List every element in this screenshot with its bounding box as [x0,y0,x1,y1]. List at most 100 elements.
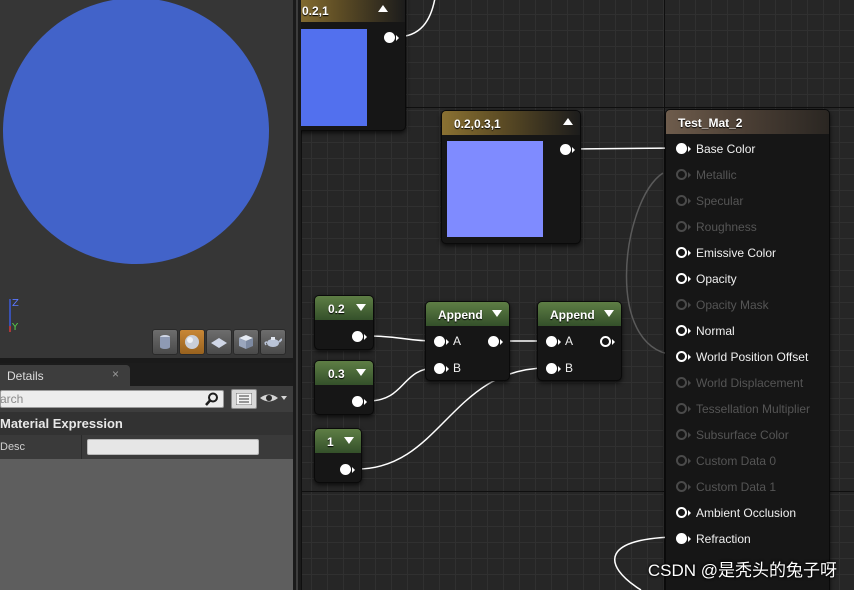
collapse-arrow-icon[interactable] [492,310,502,317]
collapse-arrow-icon[interactable] [604,310,614,317]
preview-teapot-button[interactable] [260,329,286,355]
pin-arrow-icon [688,328,691,334]
material-input-row[interactable]: Base Color [666,142,826,162]
pin-arrow-icon [688,536,691,542]
node-header[interactable]: 0.2,0.3,1 [442,111,580,135]
pin-arrow-icon [446,366,449,372]
details-tab-bar: Details × [0,363,293,386]
desc-field[interactable] [87,439,259,455]
node-header[interactable]: 0.2,1 [301,0,405,22]
material-input-pin[interactable] [676,403,687,414]
pin-arrow-icon [352,467,355,473]
input-pin-a[interactable] [434,336,445,347]
material-input-row[interactable]: Refraction [666,532,826,552]
material-expression-section[interactable]: Material Expression [0,412,293,435]
node-title: 0.2,1 [302,4,329,18]
material-input-pin[interactable] [676,533,687,544]
constant4-node[interactable]: 0.2,0.3,1 [441,110,581,244]
watermark: CSDN @是秃头的兔子呀 [647,561,837,580]
node-value: 1 [327,435,334,449]
pin-arrow-icon [446,339,449,345]
material-input-pin[interactable] [676,481,687,492]
output-pin[interactable] [560,144,571,155]
node-header[interactable]: Append [426,302,509,326]
node-header[interactable]: 0.2 [315,296,373,320]
axis-gizmo-icon: Z Y [9,298,19,333]
constant-node-top[interactable]: 0.2,1 [301,0,406,131]
pin-arrow-icon [572,147,575,153]
constant-node-a[interactable]: 0.2 [314,295,374,350]
material-input-row[interactable]: World Position Offset [666,350,826,370]
cylinder-icon [160,335,170,349]
material-input-row[interactable]: Opacity [666,272,826,292]
preview-cube-button[interactable] [233,329,259,355]
property-matrix-button[interactable] [231,389,257,409]
view-options-button[interactable] [259,391,289,410]
node-title: Append [550,308,595,322]
material-input-pin[interactable] [676,377,687,388]
input-label-a: A [453,334,462,348]
input-label-b: B [565,361,574,375]
input-pin-a[interactable] [546,336,557,347]
collapse-arrow-icon[interactable] [378,5,388,12]
material-input-pin[interactable] [676,195,687,206]
constant-node-b[interactable]: 0.3 [314,360,374,415]
preview-plane-button[interactable] [206,329,232,355]
output-pin[interactable] [352,396,363,407]
material-input-pin[interactable] [676,221,687,232]
append-node-1[interactable]: Append A B [425,301,510,381]
node-header[interactable]: Test_Mat_2 [666,110,829,134]
preview-cylinder-button[interactable] [152,329,178,355]
output-pin[interactable] [352,331,363,342]
node-header[interactable]: 0.3 [315,361,373,385]
material-input-label: Refraction [696,532,751,546]
material-input-pin[interactable] [676,351,687,362]
material-input-row[interactable]: Normal [666,324,826,344]
material-input-pin[interactable] [676,247,687,258]
input-label-b: B [453,361,462,375]
preview-sphere-button[interactable] [179,329,205,355]
output-pin[interactable] [340,464,351,475]
node-header[interactable]: 1 [315,429,361,453]
input-pin-b[interactable] [546,363,557,374]
input-pin-b[interactable] [434,363,445,374]
material-input-pin[interactable] [676,273,687,284]
material-input-pin[interactable] [676,429,687,440]
pin-arrow-icon [364,334,367,340]
output-pin[interactable] [488,336,499,347]
material-input-pin[interactable] [676,299,687,310]
material-input-pin[interactable] [676,325,687,336]
material-input-pin[interactable] [676,169,687,180]
panel-splitter-vertical[interactable] [293,0,301,590]
material-input-pin[interactable] [676,455,687,466]
teapot-icon [264,337,282,347]
search-icon[interactable] [205,392,219,406]
material-preview-viewport[interactable]: Z Y [0,0,293,358]
color-swatch [447,141,543,237]
output-pin[interactable] [384,32,395,43]
pin-arrow-icon [688,432,691,438]
material-result-node[interactable]: Test_Mat_2 Base Color Metallic Specular Rou… [665,109,830,590]
constant-node-c[interactable]: 1 [314,428,362,483]
material-input-pin[interactable] [676,507,687,518]
material-graph-canvas[interactable]: 0.2,1 0.2,0.3,1 0.2 0.3 1 Append A B App… [301,0,854,590]
pin-arrow-icon [688,302,691,308]
append-node-2[interactable]: Append A B [537,301,622,381]
node-header[interactable]: Append [538,302,621,326]
material-input-row[interactable]: Emissive Color [666,246,826,266]
pin-arrow-icon [558,366,561,372]
close-icon[interactable]: × [112,367,119,381]
column-divider[interactable] [81,435,82,459]
material-input-pin[interactable] [676,143,687,154]
material-input-label: Emissive Color [696,246,777,260]
collapse-arrow-icon[interactable] [563,118,573,125]
details-search-input[interactable] [0,390,224,408]
output-pin[interactable] [600,336,611,347]
details-tab[interactable]: Details × [0,365,130,386]
color-swatch [301,29,367,126]
collapse-arrow-icon[interactable] [356,369,366,376]
material-input-row: Metallic [666,168,826,188]
collapse-arrow-icon[interactable] [344,437,354,444]
collapse-arrow-icon[interactable] [356,304,366,311]
material-input-row[interactable]: Ambient Occlusion [666,506,826,526]
